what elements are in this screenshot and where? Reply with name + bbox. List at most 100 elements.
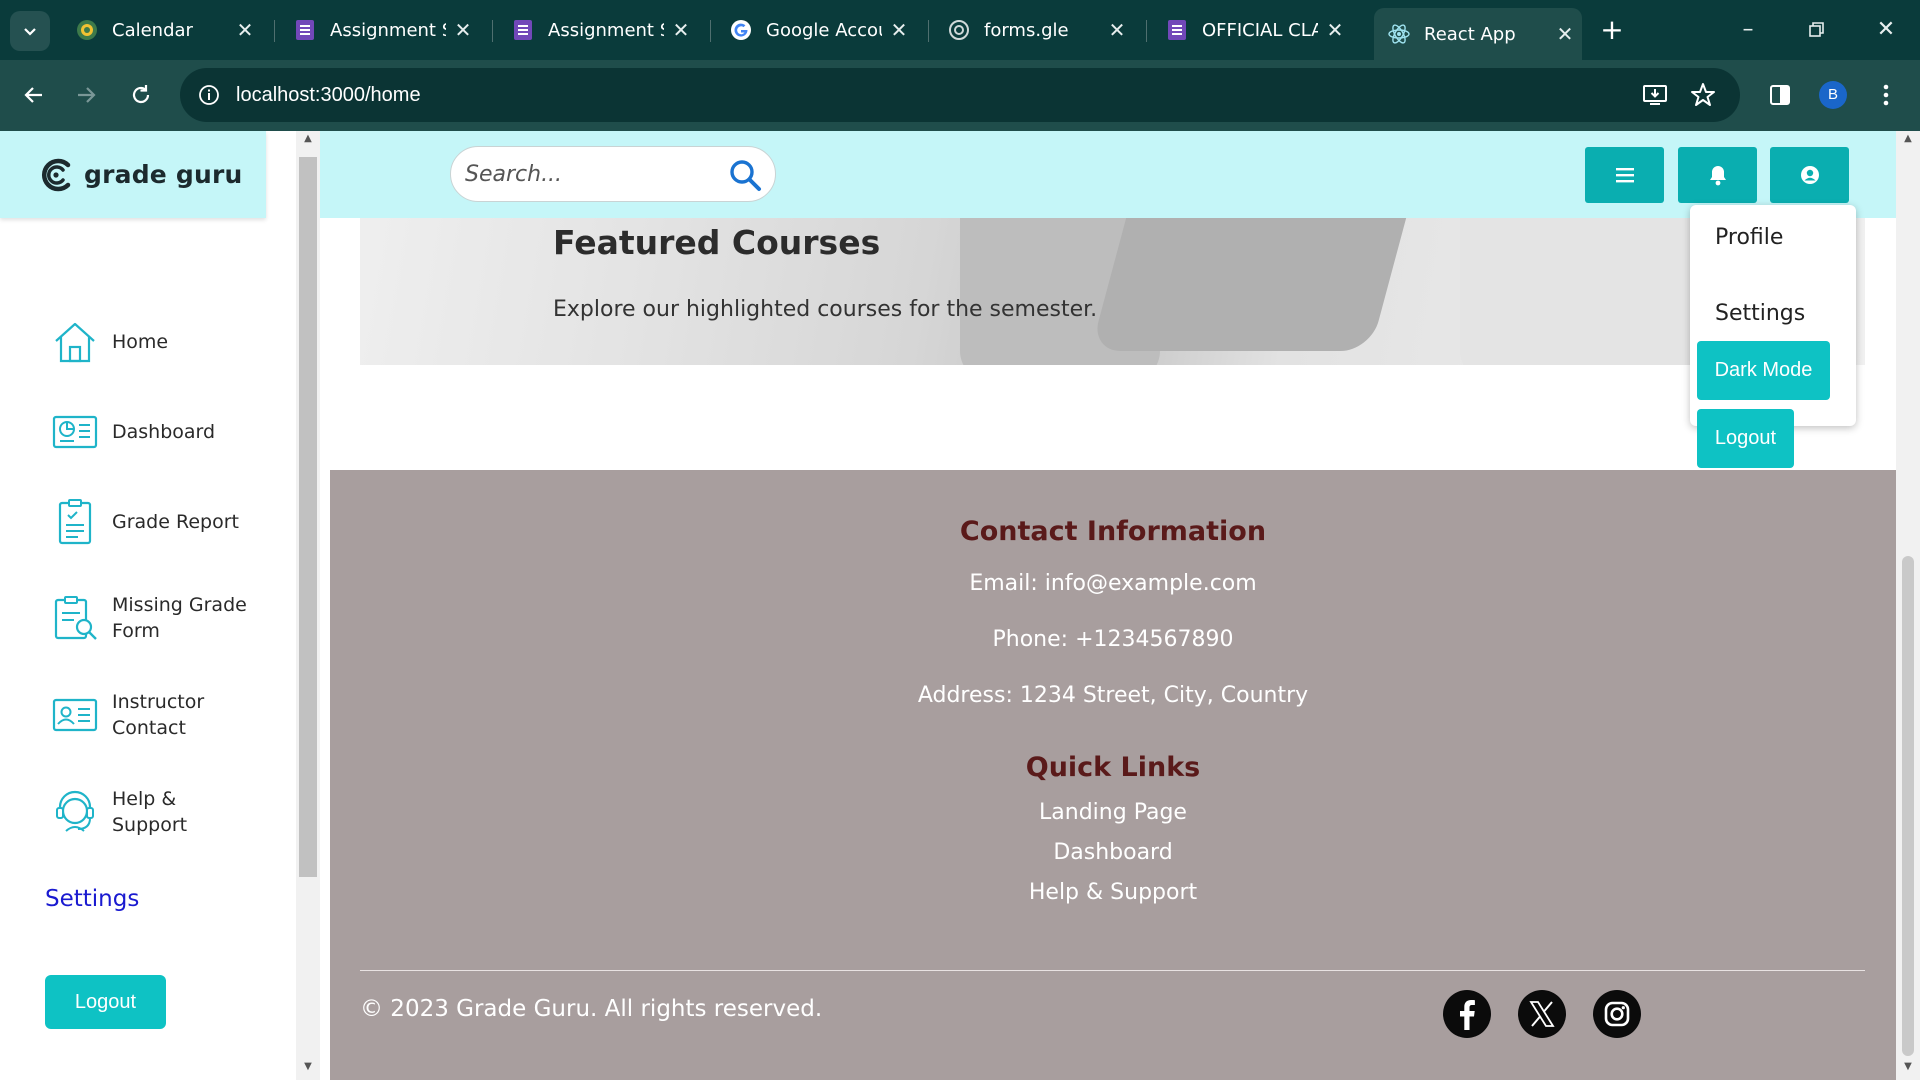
tab-title: Assignment Su bbox=[330, 19, 446, 41]
browser-menu-icon[interactable] bbox=[1866, 75, 1906, 115]
copyright-text: © 2023 Grade Guru. All rights reserved. bbox=[360, 996, 823, 1022]
footer-divider bbox=[360, 970, 1865, 971]
url-text[interactable]: localhost:3000/home bbox=[236, 68, 421, 122]
tab-search-button[interactable] bbox=[10, 11, 50, 51]
bookmark-star-icon[interactable] bbox=[1688, 80, 1718, 110]
search-input[interactable] bbox=[465, 155, 715, 193]
close-icon[interactable]: ✕ bbox=[664, 18, 698, 42]
scroll-down-arrow-icon[interactable]: ▼ bbox=[1896, 1061, 1920, 1072]
search-icon[interactable] bbox=[727, 157, 763, 193]
footer-link-help-support[interactable]: Help & Support bbox=[330, 880, 1896, 905]
brand-bar: grade guru bbox=[0, 131, 266, 218]
quick-links-heading: Quick Links bbox=[1025, 752, 1201, 783]
scroll-down-arrow-icon[interactable]: ▼ bbox=[296, 1061, 320, 1072]
address-bar[interactable]: localhost:3000/home bbox=[180, 68, 1740, 122]
close-icon[interactable]: ✕ bbox=[1548, 22, 1582, 46]
scroll-up-arrow-icon[interactable]: ▲ bbox=[296, 133, 320, 144]
search-bar bbox=[450, 146, 776, 202]
tab-title: Google Accou bbox=[766, 19, 882, 41]
close-icon[interactable]: ✕ bbox=[228, 18, 262, 42]
close-icon[interactable]: ✕ bbox=[882, 18, 916, 42]
browser-tab-official-class[interactable]: OFFICIAL CLA ✕ bbox=[1152, 8, 1352, 52]
close-icon[interactable]: ✕ bbox=[1318, 18, 1352, 42]
contact-information-heading: Contact Information bbox=[959, 516, 1267, 547]
site-info-icon[interactable] bbox=[194, 80, 224, 110]
notifications-button[interactable] bbox=[1678, 147, 1757, 203]
facebook-icon bbox=[1444, 991, 1490, 1037]
dropdown-logout-button[interactable]: Logout bbox=[1697, 409, 1794, 468]
scrollbar-thumb[interactable] bbox=[299, 157, 317, 877]
sidebar-item-label: Dashboard bbox=[112, 421, 216, 443]
dashboard-icon bbox=[52, 415, 98, 449]
forward-icon[interactable] bbox=[66, 75, 106, 115]
forms-favicon-icon bbox=[294, 19, 316, 41]
browser-tab-calendar[interactable]: Calendar ✕ bbox=[62, 8, 262, 52]
page-viewport: grade guru Home Dashboard Grade Report M… bbox=[0, 131, 1920, 1080]
footer-link-dashboard[interactable]: Dashboard bbox=[330, 840, 1896, 865]
browser-tab-assignment-2[interactable]: Assignment Su ✕ bbox=[498, 8, 698, 52]
google-favicon-icon bbox=[730, 19, 752, 41]
facebook-link[interactable] bbox=[1443, 990, 1491, 1038]
footer-link-landing-page[interactable]: Landing Page bbox=[330, 800, 1896, 825]
tab-title: React App bbox=[1424, 23, 1516, 45]
instagram-link[interactable] bbox=[1593, 990, 1641, 1038]
profile-button[interactable]: B bbox=[1813, 75, 1853, 115]
sidebar: grade guru Home Dashboard Grade Report M… bbox=[0, 131, 296, 1080]
browser-tab-google-account[interactable]: Google Accou ✕ bbox=[716, 8, 916, 52]
browser-tab-assignment-1[interactable]: Assignment Su ✕ bbox=[280, 8, 480, 52]
user-account-button[interactable] bbox=[1770, 147, 1849, 203]
forms-favicon-icon bbox=[1166, 19, 1188, 41]
tab-separator bbox=[274, 20, 275, 42]
window-close-icon[interactable]: ✕ bbox=[1864, 10, 1908, 50]
tab-separator bbox=[928, 20, 929, 42]
sidebar-item-label: Instructor Contact bbox=[112, 691, 205, 739]
support-icon bbox=[56, 790, 94, 832]
browser-tab-forms-gle[interactable]: forms.gle ✕ bbox=[934, 8, 1134, 52]
browser-tab-react-app[interactable]: React App ✕ bbox=[1374, 8, 1582, 60]
grade-guru-logo-icon bbox=[41, 158, 71, 191]
home-icon bbox=[55, 322, 95, 363]
sidebar-item-missing-grade-form[interactable]: Missing Grade Form bbox=[50, 592, 270, 644]
minimize-icon[interactable]: – bbox=[1726, 10, 1770, 50]
sidebar-item-instructor-contact[interactable]: Instructor Contact bbox=[50, 689, 270, 741]
dark-mode-button[interactable]: Dark Mode bbox=[1697, 341, 1830, 400]
menu-button[interactable] bbox=[1585, 147, 1664, 203]
tab-title: Calendar bbox=[112, 19, 193, 41]
close-icon[interactable]: ✕ bbox=[446, 18, 480, 42]
sidebar-item-grade-report[interactable]: Grade Report bbox=[50, 497, 270, 547]
tab-title: OFFICIAL CLA bbox=[1202, 19, 1318, 41]
footer-phone: Phone: +1234567890 bbox=[992, 627, 1234, 652]
featured-courses-title: Featured Courses bbox=[553, 223, 881, 262]
reload-icon[interactable] bbox=[121, 75, 161, 115]
instagram-icon bbox=[1594, 991, 1640, 1037]
sidebar-item-label: Home bbox=[112, 331, 169, 353]
scrollbar-thumb[interactable] bbox=[1902, 556, 1914, 1056]
browser-toolbar: localhost:3000/home B bbox=[0, 60, 1920, 131]
sidebar-item-label: Missing Grade Form bbox=[112, 594, 247, 642]
close-icon[interactable]: ✕ bbox=[1100, 18, 1134, 42]
x-link[interactable] bbox=[1518, 990, 1566, 1038]
restore-icon[interactable] bbox=[1795, 10, 1839, 50]
menu-icon bbox=[1615, 168, 1634, 183]
forms-favicon-icon bbox=[512, 19, 534, 41]
sidebar-item-help-support[interactable]: Help & Support bbox=[50, 786, 270, 838]
scroll-up-arrow-icon[interactable]: ▲ bbox=[1896, 133, 1920, 144]
tab-separator bbox=[1146, 20, 1147, 42]
tab-title: forms.gle bbox=[984, 19, 1069, 41]
user-icon bbox=[1800, 166, 1819, 184]
back-icon[interactable] bbox=[14, 75, 54, 115]
sidebar-item-dashboard[interactable]: Dashboard bbox=[50, 407, 270, 457]
dropdown-profile-item[interactable]: Profile bbox=[1715, 225, 1783, 250]
page-scrollbar[interactable]: ▲ ▼ bbox=[1896, 131, 1920, 1080]
install-app-icon[interactable] bbox=[1640, 80, 1670, 110]
side-panel-icon[interactable] bbox=[1760, 75, 1800, 115]
sidebar-scrollbar[interactable]: ▲ ▼ bbox=[296, 131, 320, 1080]
dropdown-settings-item[interactable]: Settings bbox=[1715, 301, 1805, 326]
new-tab-button[interactable]: + bbox=[1595, 14, 1629, 48]
sidebar-settings-link[interactable]: Settings bbox=[45, 886, 139, 912]
contact-card-icon bbox=[52, 698, 98, 732]
sidebar-item-label: Grade Report bbox=[112, 511, 239, 533]
sidebar-item-home[interactable]: Home bbox=[50, 317, 270, 367]
sidebar-logout-button[interactable]: Logout bbox=[45, 975, 166, 1029]
sidebar-item-label: Help & Support bbox=[112, 788, 188, 836]
